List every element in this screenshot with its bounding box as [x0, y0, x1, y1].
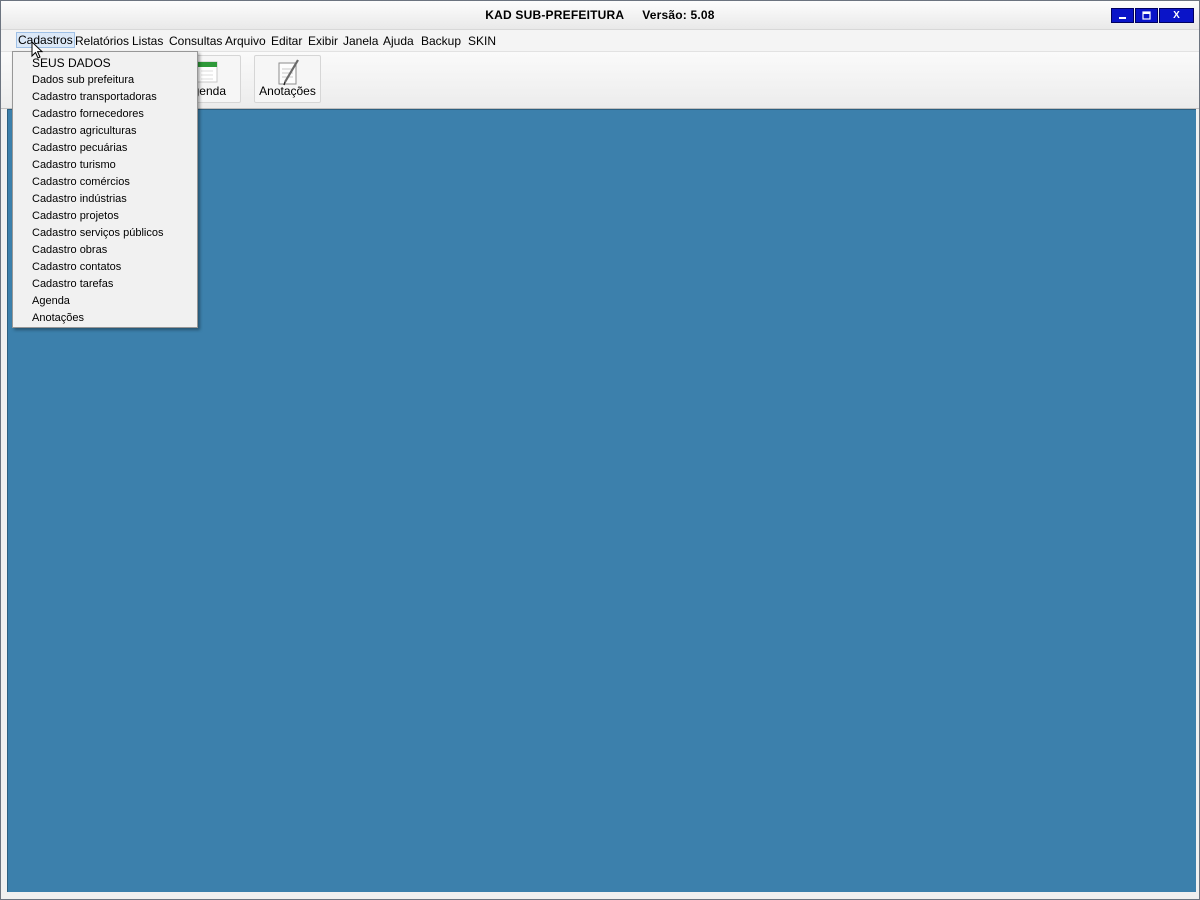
menu-editar[interactable]: Editar [270, 33, 303, 49]
toolbar-anotacoes-button[interactable]: Anotações [254, 55, 321, 103]
toolbar-anotacoes-label: Anotações [259, 84, 316, 98]
menu-item-cadastro-tarefas[interactable]: Cadastro tarefas [32, 278, 113, 290]
menu-ajuda[interactable]: Ajuda [382, 33, 415, 49]
menu-item-cadastro-pecuarias[interactable]: Cadastro pecuárias [32, 142, 127, 154]
mouse-cursor-icon [31, 41, 44, 59]
window-controls: X [1110, 8, 1194, 23]
menu-relatorios[interactable]: Relatórios [74, 33, 130, 49]
menu-item-cadastro-contatos[interactable]: Cadastro contatos [32, 261, 121, 273]
menu-bar: Cadastros Relatórios Listas Consultas Ar… [1, 30, 1199, 52]
menu-item-cadastro-obras[interactable]: Cadastro obras [32, 244, 107, 256]
menu-item-anotacoes[interactable]: Anotações [32, 312, 84, 324]
menu-item-cadastro-fornecedores[interactable]: Cadastro fornecedores [32, 108, 144, 120]
menu-backup[interactable]: Backup [420, 33, 462, 49]
app-title: KAD SUB-PREFEITURA [485, 8, 625, 22]
maximize-icon [1142, 11, 1151, 20]
menu-item-dados-sub-prefeitura[interactable]: Dados sub prefeitura [32, 74, 134, 86]
cadastros-dropdown-menu: SEUS DADOS Dados sub prefeitura Cadastro… [12, 51, 198, 328]
menu-listas[interactable]: Listas [131, 33, 164, 49]
menu-item-cadastro-projetos[interactable]: Cadastro projetos [32, 210, 119, 222]
menu-janela[interactable]: Janela [342, 33, 379, 49]
calendar-icon [196, 61, 218, 83]
minimize-button[interactable] [1111, 8, 1134, 23]
menu-item-cadastro-servicos-publicos[interactable]: Cadastro serviços públicos [32, 227, 163, 239]
menu-item-cadastro-industrias[interactable]: Cadastro indústrias [32, 193, 127, 205]
maximize-button[interactable] [1135, 8, 1158, 23]
menu-item-cadastro-transportadoras[interactable]: Cadastro transportadoras [32, 91, 157, 103]
menu-cadastros[interactable]: Cadastros [16, 32, 75, 48]
menu-arquivo[interactable]: Arquivo [224, 33, 267, 49]
close-button[interactable]: X [1159, 8, 1194, 23]
version-label: Versão: 5.08 [642, 8, 715, 22]
menu-item-agenda[interactable]: Agenda [32, 295, 70, 307]
menu-item-cadastro-comercios[interactable]: Cadastro comércios [32, 176, 130, 188]
menu-exibir[interactable]: Exibir [307, 33, 339, 49]
menu-item-cadastro-turismo[interactable]: Cadastro turismo [32, 159, 116, 171]
close-icon: X [1173, 9, 1180, 21]
menu-skin[interactable]: SKIN [467, 33, 497, 49]
minimize-icon [1119, 17, 1126, 19]
status-bar [1, 892, 1199, 899]
main-window: KAD SUB-PREFEITURA Versão: 5.08 X Cadastr… [0, 0, 1200, 900]
menu-consultas[interactable]: Consultas [168, 33, 223, 49]
title-bar[interactable]: KAD SUB-PREFEITURA Versão: 5.08 X [1, 1, 1199, 30]
window-title: KAD SUB-PREFEITURA Versão: 5.08 [1, 8, 1199, 22]
menu-item-cadastro-agriculturas[interactable]: Cadastro agriculturas [32, 125, 137, 137]
